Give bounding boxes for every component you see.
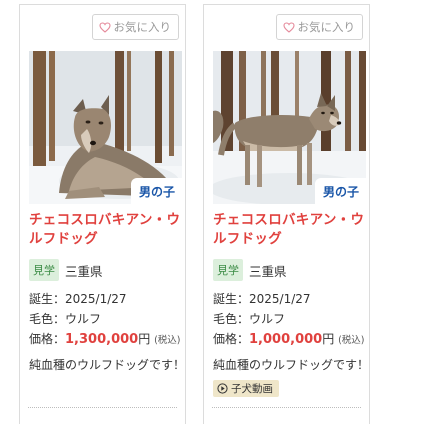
location-row: 見学 三重県 [29,259,103,281]
puppy-photo[interactable]: 男の子 [29,51,182,204]
price-unit: 円 [138,332,151,346]
coat-color-label: 毛色： [213,312,250,326]
heart-outline-icon [282,21,295,33]
price-value: 1,300,000 [65,332,139,347]
favorite-button[interactable]: お気に入り [91,14,179,40]
price-label: 価格： [29,332,66,346]
price-unit: 円 [322,332,335,346]
coat-color-row: 毛色：ウルフ [213,310,285,327]
play-circle-icon [217,383,228,394]
coat-color-label: 毛色： [29,312,66,326]
visit-badge: 見学 [213,259,243,281]
video-label: 子犬動画 [231,383,273,395]
breed-title[interactable]: チェコスロバキアン・ウルフドッグ [213,211,365,249]
description: 純血種のウルフドッグです！ [29,358,186,372]
favorite-label: お気に入り [113,20,172,34]
birth-row: 誕生：2025/1/27 [29,290,127,307]
listing-card-2[interactable]: お気に入り 男の子 チェコスロバキアン・ウルフドッグ 見学 三重県 誕生：202… [203,4,370,424]
sex-label: 男の子 [130,178,182,204]
location-row: 見学 三重県 [213,259,287,281]
coat-color: ウルフ [65,312,102,326]
visit-badge: 見学 [29,259,59,281]
coat-color-row: 毛色：ウルフ [29,310,101,327]
price-row: 価格：1,300,000円 (税込) [29,330,180,347]
heart-outline-icon [98,21,111,33]
divider [212,407,361,408]
favorite-label: お気に入り [297,20,356,34]
divider [28,407,177,408]
tax-note: (税込) [338,335,365,346]
prefecture: 三重県 [249,263,287,279]
birth-date: 2025/1/27 [249,292,311,306]
price-row: 価格：1,000,000円 (税込) [213,330,364,347]
birth-row: 誕生：2025/1/27 [213,290,311,307]
description: 純血種のウルフドッグです！ [213,358,370,372]
favorite-button[interactable]: お気に入り [275,14,363,40]
listing-card-1[interactable]: お気に入り 男の子 チェコスロバキアン・ウルフドッグ 見学 三重県 誕生：202… [19,4,186,424]
price-label: 価格： [213,332,250,346]
price-value: 1,000,000 [249,332,323,347]
puppy-video-button[interactable]: 子犬動画 [213,380,279,397]
coat-color: ウルフ [249,312,286,326]
prefecture: 三重県 [65,263,103,279]
sex-label: 男の子 [314,178,366,204]
tax-note: (税込) [154,335,181,346]
birth-date: 2025/1/27 [65,292,127,306]
birth-label: 誕生： [29,292,66,306]
puppy-photo[interactable]: 男の子 [213,51,366,204]
breed-title[interactable]: チェコスロバキアン・ウルフドッグ [29,211,181,249]
birth-label: 誕生： [213,292,250,306]
